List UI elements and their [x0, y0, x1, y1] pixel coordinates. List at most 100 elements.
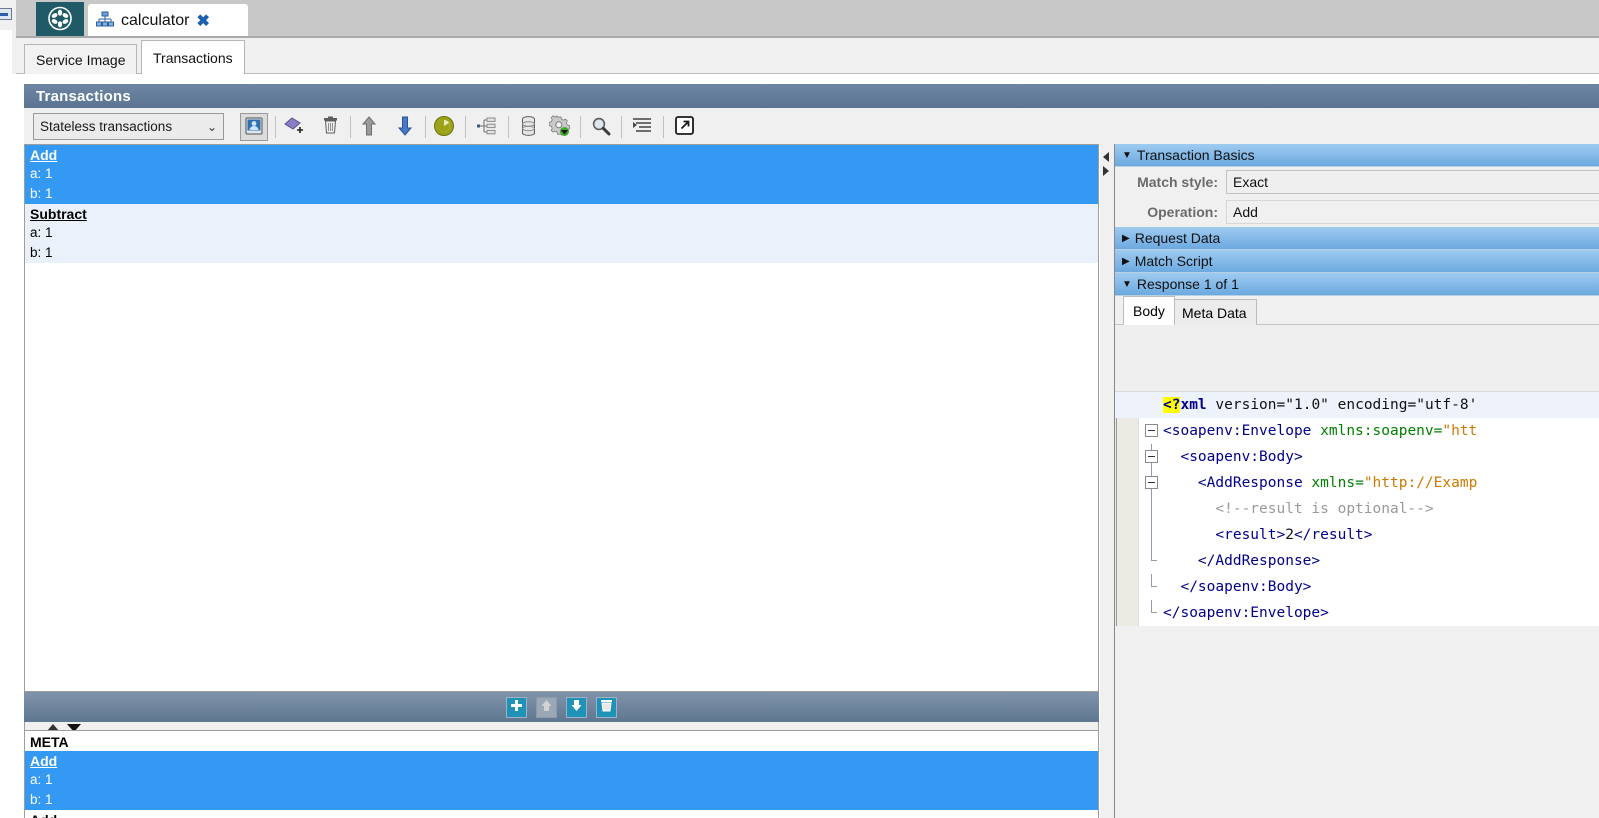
section-match-script[interactable]: ▶ Match Script — [1115, 250, 1599, 273]
operation-value[interactable]: Add — [1226, 200, 1599, 224]
format-button[interactable] — [628, 113, 656, 141]
magnifier-icon — [591, 116, 611, 139]
toolbar-separator — [580, 116, 581, 138]
code-line: <!--result is optional--> — [1115, 496, 1599, 522]
transaction-list-item[interactable]: Add a: 1 b: 1 — [25, 145, 1098, 204]
meta-item-title: Add — [25, 810, 1098, 818]
panel-title: Transactions — [36, 87, 131, 105]
section-label: Response 1 of 1 — [1136, 276, 1239, 292]
delete-row-button[interactable] — [596, 696, 617, 718]
tab-body[interactable]: Body — [1123, 296, 1175, 325]
meta-item-field: b: 1 — [30, 792, 53, 807]
code-line: <?xml version="1.0" encoding="utf-8' — [1115, 392, 1599, 418]
close-icon[interactable]: ✖ — [196, 11, 209, 31]
twisty-icon[interactable]: ▶ — [1122, 256, 1130, 267]
meta-item-field: a: 1 — [30, 772, 53, 787]
toolbar-separator — [275, 116, 276, 138]
record-button[interactable] — [430, 113, 458, 141]
move-down-button[interactable] — [391, 113, 419, 141]
transaction-mode-select[interactable]: Stateless transactions ⌄ — [33, 113, 224, 140]
pinwheel-icon — [47, 6, 73, 35]
hierarchy-button[interactable] — [472, 113, 500, 141]
meta-list-item[interactable]: Add a: 1 b: 3 — [25, 810, 1098, 818]
transaction-detail-panel: ▼ Transaction Basics Match style: Exact … — [1114, 144, 1599, 818]
move-row-down-button[interactable] — [566, 696, 587, 718]
arrow-down-icon — [397, 116, 413, 139]
trash-icon — [322, 116, 339, 138]
toolbar-separator — [621, 116, 622, 138]
toolbar-separator — [663, 116, 664, 138]
meta-list-item[interactable]: Add a: 1 b: 1 — [25, 751, 1098, 810]
minimize-icon[interactable] — [0, 8, 12, 20]
delete-transaction-button[interactable] — [316, 113, 344, 141]
tab-meta-data-label: Meta Data — [1182, 304, 1247, 321]
sub-tab-bar: Service Image Transactions — [16, 38, 1599, 74]
transactions-panel-header: Transactions — [24, 84, 1599, 108]
trash-icon — [599, 698, 614, 716]
code-editor-toolbar — [1115, 325, 1599, 392]
splitter-left-icon[interactable] — [1103, 152, 1109, 162]
service-icon — [96, 11, 114, 31]
code-line: <soapenv:Envelope xmlns:soapenv="htt — [1115, 418, 1599, 444]
section-response[interactable]: ▼ Response 1 of 1 — [1115, 273, 1599, 296]
field-match-style: Match style: Exact — [1115, 167, 1599, 197]
tab-service-image[interactable]: Service Image — [24, 44, 138, 74]
search-button[interactable] — [587, 113, 615, 141]
document-tab-label: calculator — [121, 12, 190, 29]
application-window: calculator ✖ Service Image Transactions … — [0, 0, 1599, 818]
toolbar-separator — [508, 116, 509, 138]
left-white-strip — [0, 30, 12, 818]
match-style-value[interactable]: Exact — [1226, 170, 1599, 194]
external-link-icon — [674, 116, 694, 138]
database-icon — [521, 115, 536, 139]
meta-list-header: META — [30, 734, 69, 750]
move-up-button[interactable] — [355, 113, 383, 141]
code-line: <AddResponse xmlns="http://Examp — [1115, 470, 1599, 496]
add-row-button[interactable] — [506, 696, 527, 718]
toolbar-separator — [465, 116, 466, 138]
tab-transactions[interactable]: Transactions — [141, 40, 245, 74]
transaction-field: b: 1 — [30, 245, 53, 260]
toolbar-separator — [350, 116, 351, 138]
tab-service-image-label: Service Image — [36, 51, 126, 68]
database-button[interactable] — [514, 113, 542, 141]
vertical-splitter[interactable] — [1100, 144, 1114, 818]
code-line: <soapenv:Body> — [1115, 444, 1599, 470]
response-body-editor[interactable]: <?xml version="1.0" encoding="utf-8' <so… — [1115, 392, 1599, 626]
section-label: Match Script — [1134, 253, 1213, 269]
operation-label: Operation: — [1147, 204, 1218, 220]
document-tab-calculator[interactable]: calculator ✖ — [88, 4, 248, 38]
section-request-data[interactable]: ▶ Request Data — [1115, 227, 1599, 250]
transaction-list-item[interactable]: Subtract a: 1 b: 1 — [25, 204, 1098, 263]
meta-transaction-list[interactable]: META Add a: 1 b: 1 Add a: 1 b: 3 — [24, 730, 1099, 818]
app-home-tab[interactable] — [36, 2, 84, 38]
splitter-right-icon[interactable] — [1103, 166, 1109, 176]
add-transaction-button[interactable] — [280, 113, 308, 141]
tree-icon — [476, 117, 496, 138]
view-transaction-button[interactable] — [240, 113, 268, 141]
section-label: Transaction Basics — [1136, 147, 1255, 163]
transaction-field: a: 1 — [30, 225, 53, 240]
plus-icon — [509, 698, 524, 716]
open-external-button[interactable] — [670, 113, 698, 141]
transaction-list[interactable]: Add a: 1 b: 1 Subtract a: 1 b: 1 — [24, 144, 1099, 692]
chevron-down-icon: ⌄ — [206, 119, 217, 134]
section-transaction-basics[interactable]: ▼ Transaction Basics — [1115, 144, 1599, 167]
window-tab-strip: calculator ✖ — [16, 0, 1599, 38]
twisty-icon[interactable]: ▶ — [1122, 233, 1130, 244]
diamond-plus-icon — [283, 116, 305, 139]
tab-transactions-label: Transactions — [153, 49, 233, 66]
code-line: </soapenv:Body> — [1115, 574, 1599, 600]
transactions-toolbar: Stateless transactions ⌄ — [24, 108, 1599, 144]
twisty-icon[interactable]: ▼ — [1122, 279, 1132, 290]
tab-meta-data[interactable]: Meta Data — [1172, 299, 1257, 325]
code-line: </soapenv:Envelope> — [1115, 600, 1599, 626]
move-row-up-button[interactable] — [536, 696, 557, 718]
align-lines-icon — [632, 117, 652, 138]
meta-item-title: Add — [30, 753, 58, 769]
twisty-icon[interactable]: ▼ — [1122, 150, 1132, 161]
main-content: Transactions Stateless transactions ⌄ Ad… — [12, 74, 1599, 818]
settings-button[interactable] — [546, 113, 574, 141]
response-tab-bar: Body Meta Data — [1115, 296, 1599, 325]
arrow-up-icon — [539, 698, 554, 716]
